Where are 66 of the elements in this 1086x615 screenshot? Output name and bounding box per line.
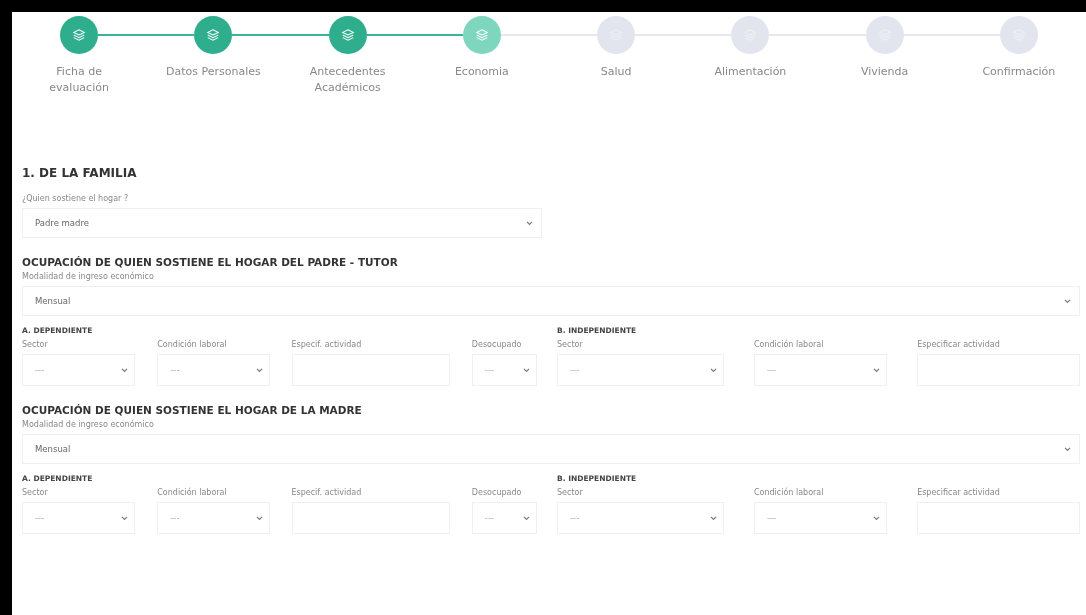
chevron-down-icon xyxy=(526,220,533,226)
field-label: Especificar actividad xyxy=(917,340,1001,349)
step-label[interactable]: Antecedentes Académicos xyxy=(295,64,401,96)
dropdown-field[interactable]: --- xyxy=(22,502,136,534)
household-select[interactable]: Padre madre xyxy=(22,208,542,238)
step-circle[interactable] xyxy=(194,16,233,54)
field-label: ¿Quien sostiene el hogar ? xyxy=(22,194,130,203)
chevron-down-icon xyxy=(873,367,881,373)
step-circle[interactable] xyxy=(731,16,770,54)
chevron-down-icon xyxy=(1064,446,1071,452)
chevron-down-icon xyxy=(709,367,717,373)
field-label: Sector xyxy=(557,488,584,497)
dropdown-field[interactable]: --- xyxy=(157,354,270,386)
field-label: Sector xyxy=(22,488,49,497)
field-label: Desocupado xyxy=(471,488,523,497)
step-label[interactable]: Alimentación xyxy=(714,64,787,80)
chevron-down-icon xyxy=(255,515,263,521)
dropdown-field[interactable]: --- xyxy=(471,502,537,534)
field-label: Modalidad de ingreso económico xyxy=(22,420,155,429)
step-label[interactable]: Economia xyxy=(454,64,509,80)
field-label: Condición laboral xyxy=(753,488,825,497)
step-label[interactable]: Datos Personales xyxy=(166,64,261,80)
step-label[interactable]: Confirmación xyxy=(982,64,1056,80)
section-title: 1. DE LA FAMILIA xyxy=(22,166,138,180)
section-heading: OCUPACIÓN DE QUIEN SOSTIENE EL HOGAR DE LA MADRE xyxy=(22,404,363,416)
chevron-down-icon xyxy=(121,515,129,521)
chevron-down-icon xyxy=(121,367,129,373)
field-label: Condición laboral xyxy=(753,340,825,349)
chevron-down-icon xyxy=(523,367,530,373)
layers-icon xyxy=(206,28,221,42)
field-label: Condición laboral xyxy=(157,488,228,497)
step-circle[interactable] xyxy=(328,16,367,54)
field-label: Desocupado xyxy=(471,340,523,349)
income-select[interactable]: Mensual xyxy=(22,286,1080,316)
step-circle[interactable] xyxy=(462,16,501,54)
chevron-down-icon xyxy=(709,515,717,521)
layers-icon xyxy=(474,28,489,42)
chevron-down-icon xyxy=(523,515,530,521)
dropdown-field[interactable]: --- xyxy=(753,502,888,534)
chevron-down-icon xyxy=(873,515,881,521)
dropdown-field[interactable]: --- xyxy=(557,354,724,386)
chevron-down-icon xyxy=(255,367,263,373)
dropdown-field[interactable]: --- xyxy=(22,354,136,386)
field-label: Especif. actividad xyxy=(291,340,363,349)
dropdown-field[interactable]: --- xyxy=(557,502,724,534)
income-select[interactable]: Mensual xyxy=(22,434,1080,464)
field-label: Especif. actividad xyxy=(291,488,363,497)
layers-icon xyxy=(72,28,87,42)
step-circle[interactable] xyxy=(999,16,1038,54)
step-circle[interactable] xyxy=(597,16,636,54)
step-label[interactable]: Ficha de evaluación xyxy=(39,64,120,96)
chevron-down-icon xyxy=(1064,298,1071,304)
section-heading: OCUPACIÓN DE QUIEN SOSTIENE EL HOGAR DEL PADRE - TUTOR xyxy=(22,256,399,268)
field-label: Sector xyxy=(557,340,584,349)
step-label[interactable]: Vivienda xyxy=(860,64,909,80)
field-label: Especificar actividad xyxy=(917,488,1001,497)
dropdown-field[interactable]: --- xyxy=(471,354,537,386)
dropdown-field[interactable]: --- xyxy=(753,354,888,386)
dropdown-field[interactable]: --- xyxy=(157,502,270,534)
field-label: Sector xyxy=(22,340,49,349)
field-label: Modalidad de ingreso económico xyxy=(22,272,155,281)
step-circle[interactable] xyxy=(60,16,99,54)
step-label[interactable]: Salud xyxy=(600,64,632,80)
field-label: Condición laboral xyxy=(157,340,228,349)
step-circle[interactable] xyxy=(865,16,904,54)
layers-icon xyxy=(340,28,355,42)
